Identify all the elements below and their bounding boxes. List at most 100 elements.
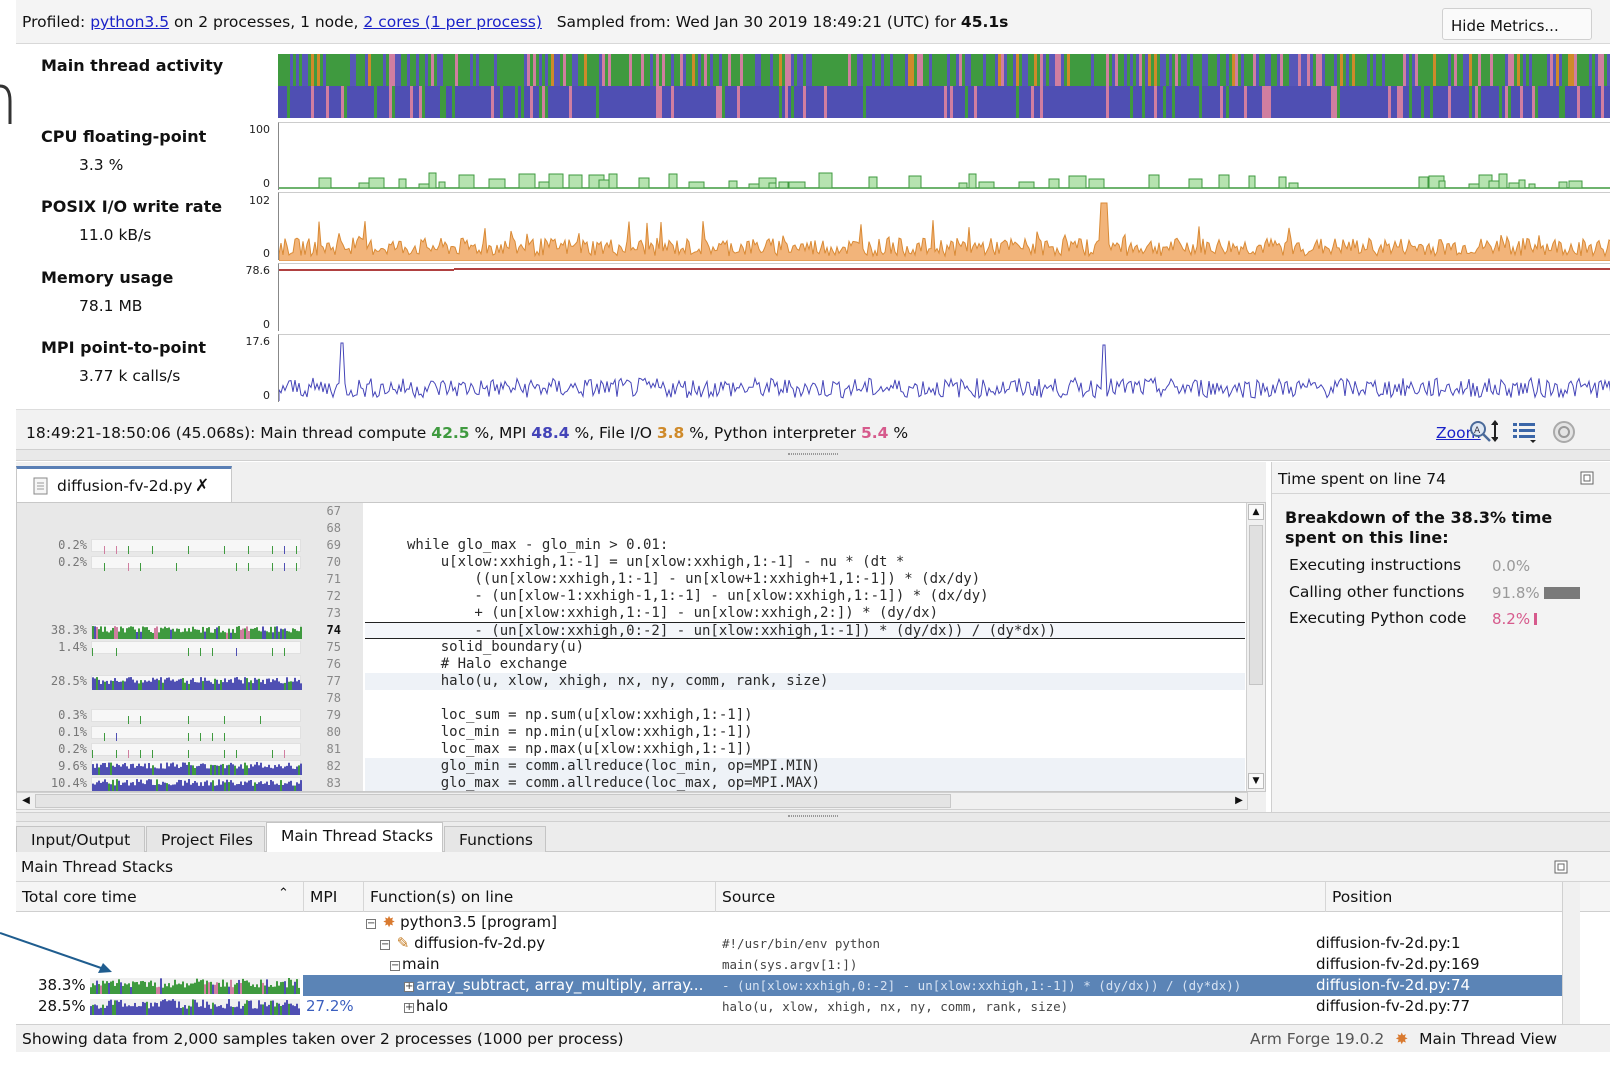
- line-number: 81: [326, 742, 341, 756]
- col-position[interactable]: Position: [1326, 882, 1566, 912]
- collapse-icon[interactable]: −: [380, 940, 390, 950]
- table-row[interactable]: 28.5% 27.2% + halo halo(u, xlow, xhigh, n…: [16, 996, 1562, 1017]
- zoom-magnifier-icon[interactable]: A: [1468, 419, 1499, 449]
- program-icon: ✸: [382, 913, 396, 931]
- func-cell: + array_subtract, array_multiply, array..…: [404, 976, 704, 994]
- line-number: 83: [326, 776, 341, 790]
- col-source[interactable]: Source: [716, 882, 1326, 912]
- position-cell[interactable]: diffusion-fv-2d.py:169: [1316, 955, 1480, 973]
- code-line[interactable]: halo(u, xlow, xhigh, nx, ny, comm, rank,…: [365, 673, 1245, 690]
- profile-summary: Profiled: python3.5 on 2 processes, 1 no…: [22, 13, 1008, 31]
- line-number: 78: [326, 691, 341, 705]
- code-line[interactable]: # Halo exchange: [365, 656, 1245, 673]
- horizontal-scrollbar[interactable]: ◀ ▶: [16, 792, 1248, 810]
- code-line[interactable]: [365, 503, 1245, 520]
- horizontal-splitter[interactable]: [16, 449, 1610, 461]
- cpu-trace: [279, 172, 1610, 189]
- line-number: 76: [326, 657, 341, 671]
- code-line[interactable]: [365, 520, 1245, 537]
- cpu-floating-point-graph[interactable]: [278, 122, 1610, 190]
- line-number: 70: [326, 555, 341, 569]
- line-number: 79: [326, 708, 341, 722]
- line-number: 67: [326, 504, 341, 518]
- percent-sign: %: [893, 424, 909, 442]
- position-cell[interactable]: diffusion-fv-2d.py:1: [1316, 934, 1461, 952]
- stacks-title: Main Thread Stacks: [21, 858, 174, 876]
- tab-main-thread-stacks[interactable]: Main Thread Stacks: [266, 822, 443, 853]
- table-row[interactable]: − main main(sys.argv[1:]) diffusion-fv-2d…: [16, 954, 1562, 975]
- position-cell[interactable]: diffusion-fv-2d.py:77: [1316, 997, 1470, 1015]
- code-line[interactable]: loc_min = np.min(u[xlow:xxhigh,1:-1]): [365, 724, 1245, 741]
- code-line[interactable]: ((un[xlow:xxhigh,1:-1] - un[xlow+1:xxhig…: [365, 571, 1245, 588]
- code-line[interactable]: while glo_max - glo_min > 0.01:: [365, 537, 1245, 554]
- program-link[interactable]: python3.5: [90, 13, 169, 31]
- vertical-scrollbar[interactable]: ▲ ▼: [1246, 503, 1265, 791]
- hide-metrics-button[interactable]: Hide Metrics...: [1442, 8, 1592, 40]
- float-panel-icon[interactable]: [1554, 860, 1568, 878]
- collapse-icon[interactable]: −: [366, 919, 376, 929]
- code-line[interactable]: glo_max = comm.allreduce(loc_max, op=MPI…: [365, 775, 1245, 791]
- source-cell: halo(u, xlow, xhigh, nx, ny, comm, rank,…: [722, 999, 1069, 1014]
- code-line[interactable]: + (un[xlow:xxhigh,1:-1] - un[xlow:xxhigh…: [365, 605, 1245, 622]
- tab-project-files[interactable]: Project Files: [146, 826, 265, 852]
- mpi-p2p-graph[interactable]: [278, 334, 1610, 402]
- svg-text:A: A: [1474, 426, 1481, 436]
- scroll-thumb[interactable]: [1249, 525, 1263, 685]
- line-number: 71: [326, 572, 341, 586]
- breakdown-label: Calling other functions: [1289, 583, 1465, 601]
- line-sparkline: [91, 556, 301, 571]
- mpi-percent: 48.4: [531, 424, 570, 442]
- line-sparkline: [91, 709, 301, 724]
- code-line[interactable]: loc_sum = np.sum(u[xlow:xxhigh,1:-1]): [365, 707, 1245, 724]
- code-line[interactable]: - (un[xlow:xxhigh,0:-2] - un[xlow:xxhigh…: [365, 622, 1245, 639]
- float-panel-icon[interactable]: [1580, 471, 1594, 489]
- axis-max: 78.6: [245, 264, 271, 277]
- duration: 45.1s: [960, 13, 1009, 31]
- code-line[interactable]: solid_boundary(u): [365, 639, 1245, 656]
- table-row[interactable]: − ✸ python3.5 [program]: [16, 912, 1562, 933]
- col-mpi[interactable]: MPI: [304, 882, 364, 912]
- stacks-vertical-scrollbar[interactable]: [1562, 882, 1580, 1024]
- hscroll-thumb[interactable]: [35, 794, 951, 808]
- scroll-right-icon[interactable]: ▶: [1231, 793, 1247, 809]
- cores-link[interactable]: 2 cores (1 per process): [363, 13, 542, 31]
- main-thread-activity-graph[interactable]: [278, 54, 1610, 118]
- position-cell[interactable]: diffusion-fv-2d.py:74: [1316, 976, 1470, 994]
- code-editor[interactable]: 67 68 69 0.2% 70 0.2% 71 72 73 74 38.3% 75 1.4% 76 77 2…: [16, 502, 1266, 792]
- stacks-panel-title: Main Thread Stacks: [16, 852, 1610, 882]
- breakdown-value: 91.8%: [1492, 584, 1540, 602]
- forge-logo-icon: ✸: [1395, 1030, 1409, 1048]
- source-cell: #!/usr/bin/env python: [722, 936, 881, 951]
- file-tab[interactable]: diffusion-fv-2d.py ✗: [16, 466, 232, 502]
- line-percent: 0.2%: [58, 555, 87, 569]
- script-icon: ✎: [396, 934, 410, 952]
- list-options-icon[interactable]: [1512, 421, 1538, 447]
- scroll-up-icon[interactable]: ▲: [1248, 504, 1264, 520]
- code-line[interactable]: glo_min = comm.allreduce(loc_min, op=MPI…: [365, 758, 1245, 775]
- line-number: 77: [326, 674, 341, 688]
- code-line[interactable]: - (un[xlow-1:xxhigh-1,1:-1] - un[xlow:xx…: [365, 588, 1245, 605]
- table-row[interactable]: 38.3% + array_subtract, array_multiply, a…: [16, 975, 1562, 996]
- io-write-rate-graph[interactable]: [278, 192, 1610, 262]
- table-row[interactable]: − ✎ diffusion-fv-2d.py #!/usr/bin/env py…: [16, 933, 1562, 954]
- col-functions[interactable]: Function(s) on line: [364, 882, 716, 912]
- memory-usage-graph[interactable]: [278, 263, 1610, 331]
- tab-input-output[interactable]: Input/Output: [16, 826, 145, 852]
- expand-icon[interactable]: +: [404, 1003, 414, 1013]
- annotation-arrow-icon: [0, 932, 112, 973]
- expand-icon[interactable]: +: [404, 982, 414, 992]
- close-tab-icon[interactable]: ✗: [195, 476, 209, 496]
- current-view[interactable]: Main Thread View: [1419, 1030, 1557, 1048]
- code-line[interactable]: [365, 690, 1245, 707]
- horizontal-splitter[interactable]: [16, 812, 1610, 822]
- line-number: 75: [326, 640, 341, 654]
- collapse-icon[interactable]: −: [390, 961, 400, 971]
- code-line[interactable]: u[xlow:xxhigh,1:-1] = un[xlow:xxhigh,1:-…: [365, 554, 1245, 571]
- scroll-down-icon[interactable]: ▼: [1248, 773, 1264, 789]
- scroll-left-icon[interactable]: ◀: [18, 793, 34, 809]
- reset-icon[interactable]: [1552, 420, 1576, 448]
- total-cell: 38.3%: [38, 976, 86, 994]
- code-line[interactable]: loc_max = np.max(u[xlow:xxhigh,1:-1]): [365, 741, 1245, 758]
- sort-ascending-icon[interactable]: ⌃: [278, 886, 289, 901]
- tab-functions[interactable]: Functions: [444, 826, 546, 852]
